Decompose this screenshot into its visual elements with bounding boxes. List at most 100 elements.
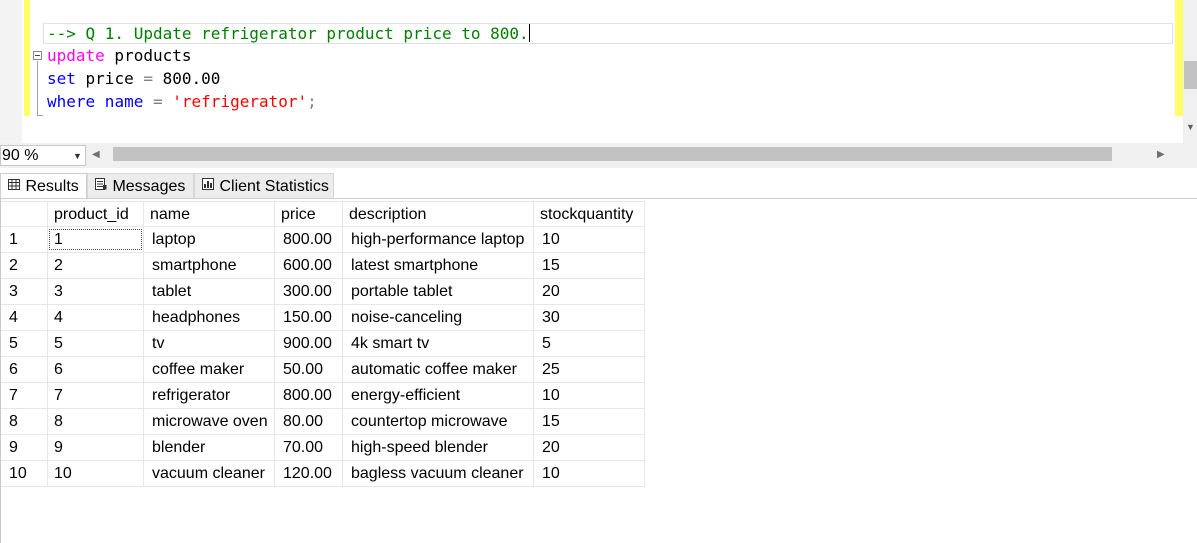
scroll-left-arrow-icon[interactable]: ◀ — [92, 147, 100, 163]
cell-price[interactable]: 900.00 — [274, 330, 343, 357]
cell-product-id[interactable]: 10 — [47, 460, 144, 487]
row-number[interactable]: 9 — [1, 434, 48, 461]
code-line-2[interactable]: update products — [47, 45, 192, 67]
cell-product-id[interactable]: 9 — [47, 434, 144, 461]
cell-price[interactable]: 80.00 — [274, 408, 343, 435]
table-row[interactable]: 4 4 headphones 150.00 noise-canceling 30 — [1, 304, 645, 331]
cell-name[interactable]: tablet — [143, 278, 275, 305]
row-number[interactable]: 10 — [1, 460, 48, 487]
cell-price[interactable]: 120.00 — [274, 460, 343, 487]
cell-stockquantity[interactable]: 30 — [533, 304, 645, 331]
column-header[interactable]: name — [143, 201, 275, 227]
table-row[interactable]: 3 3 tablet 300.00 portable tablet 20 — [1, 278, 645, 305]
row-number-header[interactable] — [1, 201, 48, 227]
cell-name[interactable]: coffee maker — [143, 356, 275, 383]
tab-messages[interactable]: Messages — [87, 173, 194, 198]
cell-description[interactable]: high-speed blender — [342, 434, 534, 461]
cell-price[interactable]: 150.00 — [274, 304, 343, 331]
cell-description[interactable]: noise-canceling — [342, 304, 534, 331]
row-number[interactable]: 5 — [1, 330, 48, 357]
scroll-down-arrow-icon[interactable]: ▼ — [1184, 120, 1197, 134]
row-number-value: 6 — [9, 361, 18, 378]
table-row[interactable]: 1 1 laptop 800.00 high-performance laptop 10 — [1, 226, 645, 253]
table-row[interactable]: 5 5 tv 900.00 4k smart tv 5 — [1, 330, 645, 357]
cell-product-id[interactable]: 2 — [47, 252, 144, 279]
cell-product-id[interactable]: 5 — [47, 330, 144, 357]
cell-description[interactable]: latest smartphone — [342, 252, 534, 279]
cell-price[interactable]: 50.00 — [274, 356, 343, 383]
cell-stockquantity[interactable]: 25 — [533, 356, 645, 383]
cell-description-value: high-speed blender — [351, 439, 488, 456]
row-number[interactable]: 2 — [1, 252, 48, 279]
zoom-dropdown[interactable]: 90 % ▼ — [0, 145, 86, 166]
row-number[interactable]: 3 — [1, 278, 48, 305]
cell-description[interactable]: energy-efficient — [342, 382, 534, 409]
column-header[interactable]: description — [342, 201, 534, 227]
cell-product-id[interactable]: 4 — [47, 304, 144, 331]
table-row[interactable]: 7 7 refrigerator 800.00 energy-efficient 10 — [1, 382, 645, 409]
cell-description[interactable]: automatic coffee maker — [342, 356, 534, 383]
cell-price[interactable]: 70.00 — [274, 434, 343, 461]
cell-price[interactable]: 800.00 — [274, 382, 343, 409]
cell-product-id[interactable]: 3 — [47, 278, 144, 305]
cell-name[interactable]: microwave oven — [143, 408, 275, 435]
cell-name[interactable]: laptop — [143, 226, 275, 253]
tab-client-statistics-label: Client Statistics — [219, 178, 329, 195]
column-header[interactable]: price — [274, 201, 343, 227]
cell-price[interactable]: 300.00 — [274, 278, 343, 305]
cell-stockquantity[interactable]: 20 — [533, 278, 645, 305]
code-line-1[interactable]: --> Q 1. Update refrigerator product pri… — [47, 23, 530, 45]
table-row[interactable]: 10 10 vacuum cleaner 120.00 bagless vacuum c… — [1, 460, 645, 487]
cell-product-id[interactable]: 6 — [47, 356, 144, 383]
cell-stockquantity[interactable]: 10 — [533, 226, 645, 253]
cell-price[interactable]: 600.00 — [274, 252, 343, 279]
editor-scroll-thumb[interactable] — [1184, 61, 1197, 89]
tab-client-statistics[interactable]: Client Statistics — [194, 173, 334, 198]
row-number[interactable]: 6 — [1, 356, 48, 383]
cell-product-id[interactable]: 1 — [47, 226, 144, 253]
table-row[interactable]: 9 9 blender 70.00 high-speed blender 20 — [1, 434, 645, 461]
cell-description[interactable]: portable tablet — [342, 278, 534, 305]
column-header[interactable]: stockquantity — [533, 201, 645, 227]
cell-stockquantity-value: 10 — [542, 387, 560, 404]
table-row[interactable]: 6 6 coffee maker 50.00 automatic coffee make… — [1, 356, 645, 383]
cell-stockquantity[interactable]: 5 — [533, 330, 645, 357]
text-caret — [528, 24, 530, 42]
cell-product-id[interactable]: 8 — [47, 408, 144, 435]
cell-description[interactable]: countertop microwave — [342, 408, 534, 435]
row-number[interactable]: 8 — [1, 408, 48, 435]
cell-name[interactable]: tv — [143, 330, 275, 357]
cell-product-id[interactable]: 7 — [47, 382, 144, 409]
column-header[interactable]: product_id — [47, 201, 144, 227]
cell-name[interactable]: vacuum cleaner — [143, 460, 275, 487]
code-line-4[interactable]: where name = 'refrigerator'; — [47, 91, 317, 113]
collapse-toggle-icon[interactable] — [33, 51, 42, 60]
cell-name[interactable]: refrigerator — [143, 382, 275, 409]
row-number[interactable]: 7 — [1, 382, 48, 409]
cell-stockquantity[interactable]: 15 — [533, 252, 645, 279]
cell-name[interactable]: smartphone — [143, 252, 275, 279]
cell-description[interactable]: 4k smart tv — [342, 330, 534, 357]
cell-name[interactable]: headphones — [143, 304, 275, 331]
cell-name[interactable]: blender — [143, 434, 275, 461]
row-number-value: 8 — [9, 413, 18, 430]
table-row[interactable]: 8 8 microwave oven 80.00 countertop microwav… — [1, 408, 645, 435]
cell-description[interactable]: bagless vacuum cleaner — [342, 460, 534, 487]
query-editor[interactable]: --> Q 1. Update refrigerator product pri… — [0, 0, 1197, 143]
cell-stockquantity[interactable]: 20 — [533, 434, 645, 461]
results-grid[interactable]: product_id name price description stockq… — [1, 201, 645, 487]
cell-stockquantity[interactable]: 15 — [533, 408, 645, 435]
row-number[interactable]: 1 — [1, 226, 48, 253]
dropdown-arrow-icon[interactable]: ▼ — [73, 148, 82, 164]
table-row[interactable]: 2 2 smartphone 600.00 latest smartphone 15 — [1, 252, 645, 279]
cell-description[interactable]: high-performance laptop — [342, 226, 534, 253]
tab-results[interactable]: Results — [0, 173, 87, 198]
horizontal-scroll-thumb[interactable] — [113, 147, 1112, 161]
code-line-3[interactable]: set price = 800.00 — [47, 68, 220, 90]
cell-stockquantity[interactable]: 10 — [533, 382, 645, 409]
editor-margin — [0, 0, 22, 143]
scroll-right-arrow-icon[interactable]: ▶ — [1157, 147, 1165, 163]
row-number[interactable]: 4 — [1, 304, 48, 331]
cell-stockquantity[interactable]: 10 — [533, 460, 645, 487]
cell-price[interactable]: 800.00 — [274, 226, 343, 253]
